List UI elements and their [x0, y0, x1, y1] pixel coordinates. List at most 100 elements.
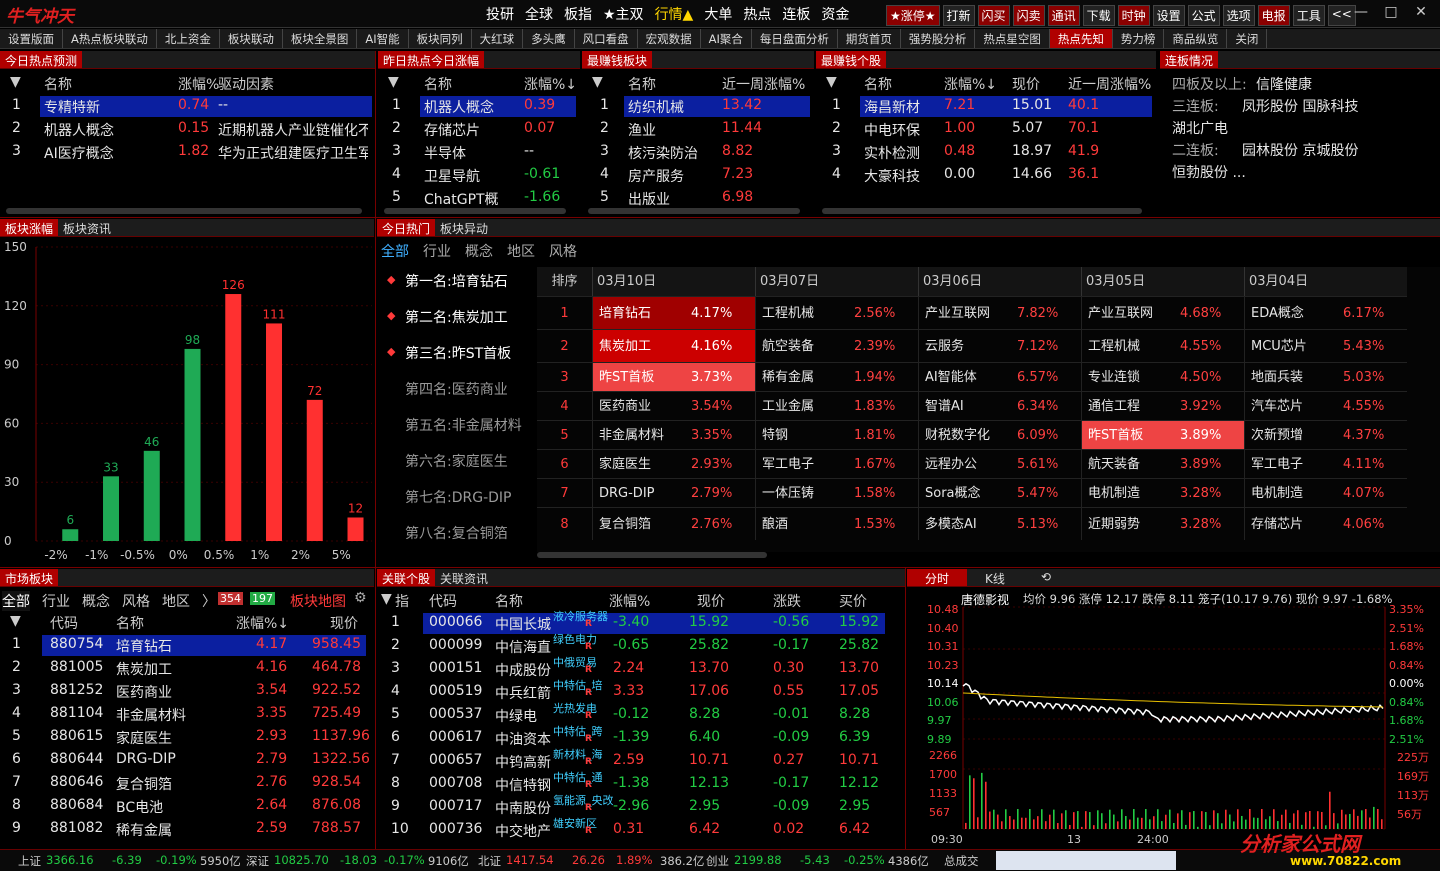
toolbar-button[interactable]: 公式 — [1187, 5, 1220, 26]
hot-filter[interactable]: 全部 — [381, 241, 409, 261]
column-header[interactable]: 现价 — [1012, 74, 1040, 94]
hot-filter[interactable]: 行业 — [423, 241, 451, 261]
h-scrollbar[interactable] — [588, 208, 800, 214]
toolbar-button[interactable]: 闪卖 — [1012, 5, 1045, 26]
cell-name[interactable]: 机器人概念 — [44, 120, 114, 140]
bar-2[interactable] — [143, 450, 160, 541]
column-header[interactable]: 名称 — [116, 613, 144, 633]
column-header[interactable]: 现价 — [330, 613, 358, 633]
cell-name[interactable]: 渔业 — [628, 120, 656, 140]
column-header[interactable]: 驱动因素 — [218, 74, 274, 94]
hot-sector-cell[interactable]: EDA概念 6.17% — [1244, 296, 1407, 329]
intraday-tab[interactable]: 分时 — [907, 569, 968, 586]
module-tab[interactable]: 商品纵览 — [1164, 29, 1228, 48]
hot-sector-cell[interactable]: 次新预增 4.37% — [1244, 420, 1407, 449]
menu-item[interactable]: 热点 — [743, 4, 771, 24]
hot-sector-cell[interactable]: 军工电子 1.67% — [755, 449, 918, 478]
hot-sector-cell[interactable]: 家庭医生 2.93% — [592, 449, 755, 478]
panel-title[interactable]: 最赚钱个股 — [816, 51, 887, 68]
toolbar-button[interactable]: 下载 — [1082, 5, 1115, 26]
intraday-tab[interactable]: ⟲ — [1023, 569, 1069, 586]
hot-sector-cell[interactable]: 工程机械 4.55% — [1081, 329, 1244, 362]
hot-sector-cell[interactable]: 军工电子 4.11% — [1244, 449, 1407, 478]
rank-item[interactable]: 第六名:家庭医生 — [405, 451, 508, 471]
panel-title[interactable]: 昨日热点今日涨幅 — [378, 51, 485, 68]
cell-name[interactable]: 专精特新 — [44, 97, 100, 117]
date-header[interactable]: 03月04日 — [1244, 267, 1407, 296]
bar-5[interactable] — [266, 323, 283, 541]
ime-toolbar[interactable] — [996, 851, 1176, 870]
date-header[interactable]: 03月10日 — [592, 267, 755, 296]
cell-name[interactable]: AI医疗概念 — [44, 143, 114, 163]
hot-sector-cell[interactable]: 昨ST首板 3.73% — [592, 362, 755, 391]
stocks-tab[interactable]: 关联个股 — [377, 569, 436, 586]
hot-sector-cell[interactable]: Sora概念 5.47% — [918, 478, 1081, 507]
toolbar-button[interactable]: 电报 — [1257, 5, 1290, 26]
module-tab[interactable]: 关闭 — [1227, 29, 1268, 48]
hot-sector-cell[interactable]: 工业金属 1.83% — [755, 391, 918, 420]
hot-sector-cell[interactable]: 存储芯片 4.06% — [1244, 507, 1407, 540]
column-header[interactable]: 涨幅%↓ — [236, 613, 289, 633]
streak-stocks[interactable]: 凤形股份 国脉科技 — [1242, 96, 1358, 116]
cell-name[interactable]: 纺织机械 — [628, 97, 684, 117]
h-scrollbar[interactable] — [384, 208, 566, 214]
hot-filter[interactable]: 风格 — [549, 241, 577, 261]
column-header[interactable]: 涨跌 — [773, 591, 801, 611]
hot-sector-cell[interactable]: 远程办公 5.61% — [918, 449, 1081, 478]
market-filter[interactable]: 概念 — [82, 591, 110, 611]
column-header[interactable]: 涨幅% — [609, 591, 650, 611]
module-tab[interactable]: 势力榜 — [1113, 29, 1165, 48]
module-tab[interactable]: AI聚合 — [701, 29, 752, 48]
column-header[interactable]: 现价 — [697, 591, 725, 611]
module-tab[interactable]: 每日盘面分析 — [752, 29, 838, 48]
streak-stocks[interactable]: 园林股份 京城股份 — [1242, 140, 1358, 160]
column-header[interactable]: 名称 — [864, 74, 892, 94]
panel-title[interactable]: 今日热点预测 — [0, 51, 83, 68]
module-tab[interactable]: 板块同列 — [409, 29, 472, 48]
column-header[interactable]: 涨幅% — [178, 74, 219, 94]
hot-sector-cell[interactable]: 昨ST首板 3.89% — [1081, 420, 1244, 449]
column-header[interactable]: 近一周涨幅% — [722, 74, 805, 94]
panel-title[interactable]: 最赚钱板块 — [582, 51, 653, 68]
column-header[interactable]: 买价 — [839, 591, 867, 611]
streak-stocks[interactable]: 恒勃股份 ... — [1172, 162, 1246, 182]
sector-name[interactable]: 非金属材料 — [116, 705, 186, 725]
bar-1[interactable] — [103, 476, 120, 541]
hot-tab[interactable]: 今日热门 — [377, 219, 436, 236]
close-button[interactable]: ✕ — [1406, 4, 1436, 20]
sector-name[interactable]: BC电池 — [116, 797, 163, 817]
module-tab[interactable]: 风口看盘 — [575, 29, 638, 48]
market-filter[interactable]: 全部 — [2, 591, 30, 611]
hot-sector-cell[interactable]: 工程机械 2.56% — [755, 296, 918, 329]
menu-item[interactable]: 板指 — [564, 4, 592, 24]
module-tab[interactable]: 热点星空图 — [975, 29, 1050, 48]
minimize-button[interactable]: — — [1346, 4, 1376, 20]
stock-name[interactable]: 中交地产 — [495, 821, 551, 841]
hot-sector-cell[interactable]: 财税数字化 6.09% — [918, 420, 1081, 449]
hot-sector-cell[interactable]: 非金属材料 3.35% — [592, 420, 755, 449]
menu-item[interactable]: 连板 — [782, 4, 810, 24]
hot-sector-cell[interactable]: AI智能体 6.57% — [918, 362, 1081, 391]
hot-sector-cell[interactable]: 多模态AI 5.13% — [918, 507, 1081, 540]
module-tab[interactable]: 板块全景图 — [283, 29, 358, 48]
hot-sector-cell[interactable]: 医药商业 3.54% — [592, 391, 755, 420]
maximize-button[interactable]: □ — [1376, 4, 1406, 20]
hot-sector-cell[interactable]: 通信工程 3.92% — [1081, 391, 1244, 420]
module-tab[interactable]: 北上资金 — [157, 29, 220, 48]
module-tab[interactable]: 强势股分析 — [901, 29, 976, 48]
stock-name[interactable]: 中信海直 — [495, 637, 551, 657]
rank-item[interactable]: 第二名:焦炭加工 — [405, 307, 508, 327]
streak-stocks[interactable]: 湖北广电 — [1172, 118, 1228, 138]
market-filter[interactable]: 行业 — [42, 591, 70, 611]
date-header[interactable]: 03月07日 — [755, 267, 918, 296]
sector-name[interactable]: 培育钻石 — [116, 636, 172, 656]
toolbar-button[interactable]: 工具 — [1292, 5, 1325, 26]
menu-item[interactable]: 全球 — [525, 4, 553, 24]
hot-sector-cell[interactable]: 产业互联网 7.82% — [918, 296, 1081, 329]
streak-stocks[interactable]: 信隆健康 — [1256, 74, 1312, 94]
hot-sector-cell[interactable]: 汽车芯片 4.55% — [1244, 391, 1407, 420]
hot-sector-cell[interactable]: 产业互联网 4.68% — [1081, 296, 1244, 329]
hot-sector-cell[interactable]: 航天装备 3.89% — [1081, 449, 1244, 478]
hot-sector-cell[interactable]: 近期弱势 3.28% — [1081, 507, 1244, 540]
stock-name[interactable]: 中油资本 — [495, 729, 551, 749]
